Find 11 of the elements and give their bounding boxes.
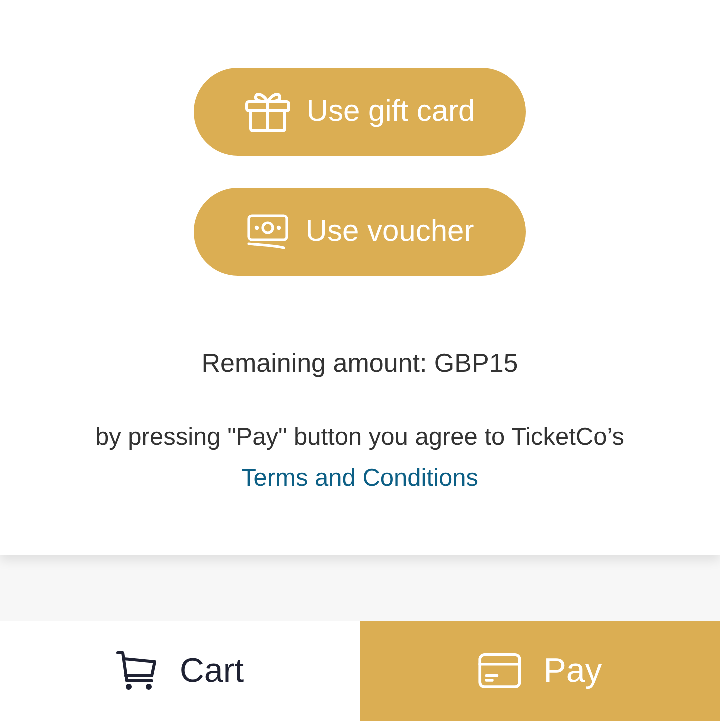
remaining-amount: Remaining amount: GBP15 xyxy=(202,348,518,380)
terms-notice: by pressing "Pay" button you agree to TicketCo’s Terms and Conditions xyxy=(95,423,624,494)
voucher-button[interactable]: Use voucher xyxy=(194,188,526,276)
banknote-icon xyxy=(246,214,290,250)
terms-link[interactable]: Terms and Conditions xyxy=(242,465,478,492)
cart-icon xyxy=(116,650,158,692)
gift-icon xyxy=(244,91,291,133)
pay-button[interactable]: Pay xyxy=(360,621,720,721)
gift-card-button[interactable]: Use gift card xyxy=(194,68,526,156)
credit-card-icon xyxy=(478,653,522,689)
cart-button[interactable]: Cart xyxy=(0,621,360,721)
